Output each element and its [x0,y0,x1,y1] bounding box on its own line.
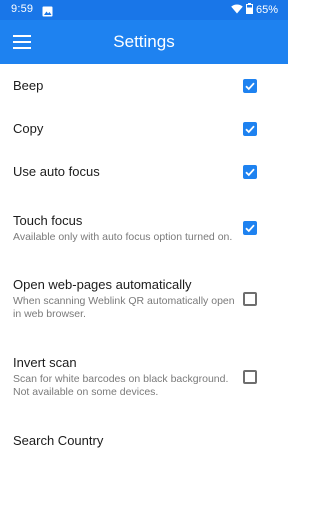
setting-copy[interactable]: Copy [0,107,288,150]
status-time: 9:59 [11,3,34,15]
image-notification-icon [42,4,53,17]
setting-label: Search Country [13,433,104,448]
setting-description: Available only with auto focus option tu… [13,230,233,243]
setting-label: Invert scan [13,355,77,370]
copy-checkbox[interactable] [243,121,257,136]
auto-focus-checkbox[interactable] [243,164,257,179]
setting-use-auto-focus[interactable]: Use auto focus [0,150,288,193]
settings-list: Beep Copy Use auto focus Touch focus Ava… [0,64,288,463]
setting-search-country[interactable]: Search Country [0,419,288,463]
battery-icon [245,3,253,17]
setting-beep[interactable]: Beep [0,64,288,107]
status-bar: 9:59 65% [0,0,288,20]
setting-label: Touch focus [13,212,83,228]
setting-touch-focus[interactable]: Touch focus Available only with auto foc… [0,193,288,263]
status-right-group: 65% [231,3,278,17]
setting-description: Scan for white barcodes on black backgro… [13,373,229,398]
touch-focus-checkbox[interactable] [243,221,257,235]
setting-invert-scan[interactable]: Invert scan Scan for white barcodes on b… [0,335,288,419]
beep-checkbox[interactable] [243,78,257,93]
page-title: Settings [113,32,175,51]
setting-open-web-pages[interactable]: Open web-pages automatically When scanni… [0,263,288,335]
setting-label: Open web-pages automatically [13,277,192,292]
invert-scan-checkbox[interactable] [243,370,257,384]
wifi-icon [231,3,243,17]
open-web-pages-checkbox[interactable] [243,292,257,306]
setting-label: Use auto focus [13,163,100,179]
setting-label: Beep [13,77,44,93]
setting-label: Copy [13,120,44,136]
setting-description: When scanning Weblink QR automatically o… [13,295,235,320]
battery-percent: 65% [255,4,278,16]
toolbar: Settings [0,20,288,64]
hamburger-menu-icon[interactable] [8,28,36,56]
